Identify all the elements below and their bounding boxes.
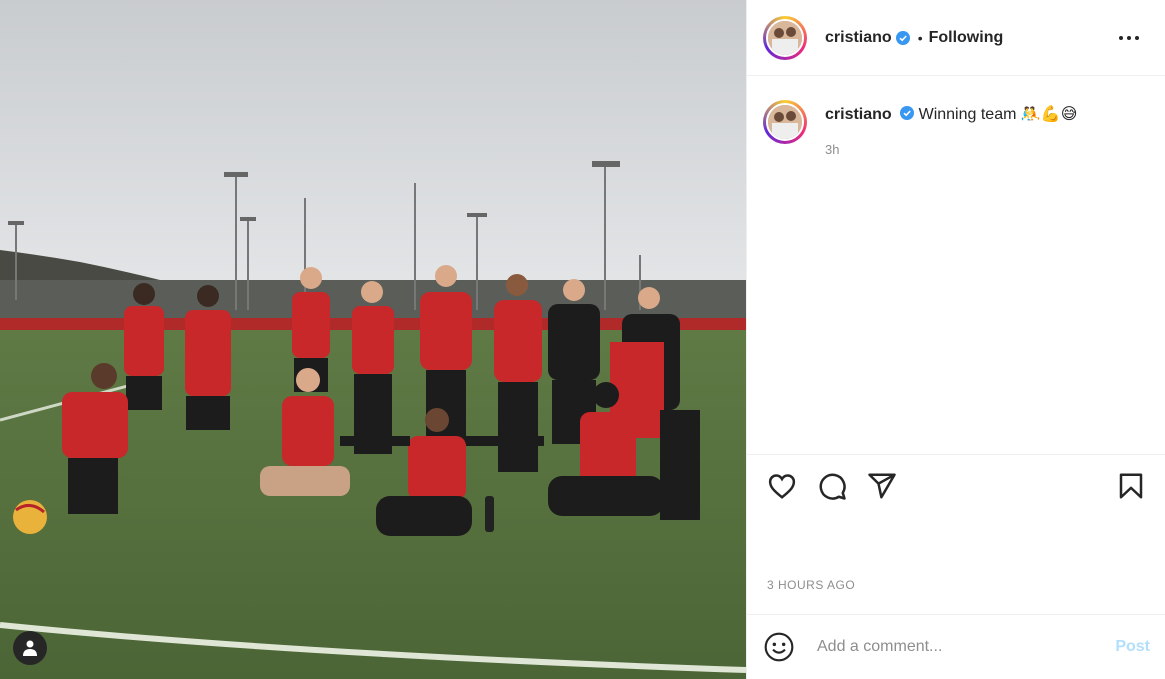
like-button[interactable]: [767, 471, 797, 501]
add-comment-bar: Post: [747, 614, 1165, 679]
post-side-panel: cristiano • Following cristiano Winning …: [746, 0, 1165, 679]
caption-emoji: 🤼💪😅: [1020, 104, 1078, 123]
more-options-button[interactable]: [1117, 26, 1141, 50]
save-button[interactable]: [1116, 471, 1146, 501]
post-photo[interactable]: [0, 0, 746, 679]
avatar-image: [766, 18, 804, 57]
send-icon: [868, 473, 896, 499]
share-button[interactable]: [867, 471, 897, 501]
heart-icon: [768, 474, 796, 499]
post-comment-button[interactable]: Post: [1115, 638, 1150, 656]
caption-time[interactable]: 3h: [825, 142, 1077, 157]
post-header: cristiano • Following: [747, 0, 1165, 76]
caption-line: cristiano Winning team 🤼💪😅: [825, 104, 1077, 124]
verified-badge-icon: [900, 106, 915, 120]
comment-input[interactable]: [815, 637, 1116, 657]
action-bar: [747, 454, 1165, 518]
comment-button[interactable]: [817, 471, 847, 501]
post-timestamp[interactable]: 3 HOURS AGO: [767, 578, 855, 592]
team-photo-illustration: [0, 0, 746, 679]
caption-avatar[interactable]: [763, 100, 807, 144]
caption-username[interactable]: cristiano: [825, 106, 892, 123]
bookmark-icon: [1119, 473, 1143, 499]
tagged-users-button[interactable]: [13, 631, 47, 665]
more-options-icon: [1119, 36, 1139, 40]
caption-row: cristiano Winning team 🤼💪😅 3h: [747, 76, 1165, 157]
verified-badge-icon: [895, 30, 910, 45]
emoji-smiley-icon[interactable]: [763, 631, 795, 663]
caption-body: cristiano Winning team 🤼💪😅 3h: [825, 100, 1077, 157]
caption-avatar-image: [766, 103, 804, 141]
user-tag-icon: [23, 640, 37, 656]
header-username[interactable]: cristiano: [825, 29, 892, 47]
post-dialog: cristiano • Following cristiano Winning …: [0, 0, 1165, 679]
comment-icon: [819, 473, 846, 500]
avatar[interactable]: [763, 15, 807, 60]
following-button[interactable]: Following: [929, 29, 1004, 47]
avatar-picture: [768, 20, 802, 55]
caption-text: Winning team: [918, 106, 1017, 123]
separator-dot: •: [917, 29, 923, 46]
avatar-picture: [768, 105, 802, 139]
